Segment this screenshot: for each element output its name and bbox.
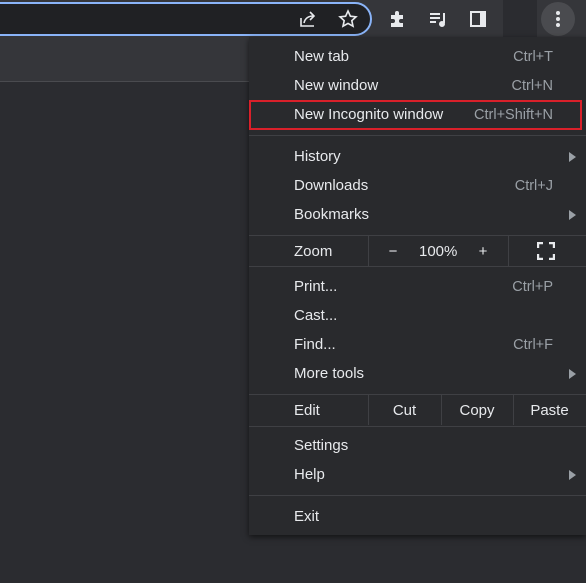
- label: Find...: [294, 336, 336, 353]
- chevron-right-icon: [569, 209, 576, 220]
- label: Bookmarks: [294, 206, 370, 223]
- label: Settings: [294, 437, 349, 454]
- side-panel-icon[interactable]: [467, 8, 489, 30]
- edit-label: Edit: [294, 401, 320, 419]
- menu-item-settings[interactable]: Settings: [249, 431, 586, 460]
- label: Cast...: [294, 307, 338, 324]
- shortcut: Ctrl+F: [513, 336, 553, 353]
- edit-row: Edit Cut Copy Paste: [249, 395, 586, 425]
- divider: [249, 495, 586, 496]
- menu-item-bookmarks[interactable]: Bookmarks: [249, 200, 586, 229]
- chevron-right-icon: [569, 151, 576, 162]
- menu-item-new-tab[interactable]: New tab Ctrl+T: [249, 42, 586, 71]
- highlight-box: [249, 100, 582, 130]
- toolbar-gap: [503, 0, 537, 37]
- browser-toolbar: [0, 0, 586, 37]
- chevron-right-icon: [569, 469, 576, 480]
- shortcut: Ctrl+T: [513, 48, 553, 65]
- menu-item-help[interactable]: Help: [249, 460, 586, 489]
- menu-item-more-tools[interactable]: More tools: [249, 359, 586, 388]
- fullscreen-icon[interactable]: [537, 236, 555, 266]
- reading-list-icon[interactable]: [427, 8, 449, 30]
- menu-item-exit[interactable]: Exit: [249, 502, 586, 531]
- star-icon[interactable]: [337, 8, 359, 30]
- shortcut: Ctrl+N: [511, 77, 554, 94]
- divider: [249, 266, 586, 267]
- shortcut: Ctrl+J: [514, 177, 553, 194]
- menu-item-history[interactable]: History: [249, 142, 586, 171]
- zoom-label: Zoom: [294, 242, 333, 260]
- label: Print...: [294, 278, 338, 295]
- label: Exit: [294, 508, 320, 525]
- shortcut: Ctrl+P: [512, 278, 553, 295]
- divider: [508, 236, 509, 266]
- menu-item-downloads[interactable]: Downloads Ctrl+J: [249, 171, 586, 200]
- menu-item-new-window[interactable]: New window Ctrl+N: [249, 71, 586, 100]
- divider: [249, 426, 586, 427]
- menu-item-print[interactable]: Print... Ctrl+P: [249, 272, 586, 301]
- zoom-row: Zoom − 100% +: [249, 236, 586, 266]
- extensions-icon[interactable]: [387, 8, 409, 30]
- divider: [249, 135, 586, 136]
- zoom-out-button[interactable]: −: [386, 236, 400, 266]
- share-icon[interactable]: [297, 8, 319, 30]
- label: Downloads: [294, 177, 369, 194]
- label: History: [294, 148, 341, 165]
- copy-button[interactable]: Copy: [441, 395, 513, 425]
- divider: [368, 236, 369, 266]
- chevron-right-icon: [569, 368, 576, 379]
- more-vert-icon[interactable]: [541, 2, 575, 36]
- chrome-menu: New tab Ctrl+T New window Ctrl+N New Incog…: [249, 37, 586, 535]
- menu-item-find[interactable]: Find... Ctrl+F: [249, 330, 586, 359]
- cut-button[interactable]: Cut: [368, 395, 441, 425]
- label: New window: [294, 77, 379, 94]
- zoom-value: 100%: [419, 242, 458, 260]
- zoom-in-button[interactable]: +: [477, 236, 489, 266]
- label: New tab: [294, 48, 350, 65]
- paste-button[interactable]: Paste: [513, 395, 586, 425]
- menu-item-cast[interactable]: Cast...: [249, 301, 586, 330]
- label: Help: [294, 466, 325, 483]
- bookmarks-bar: [0, 37, 249, 82]
- label: More tools: [294, 365, 365, 382]
